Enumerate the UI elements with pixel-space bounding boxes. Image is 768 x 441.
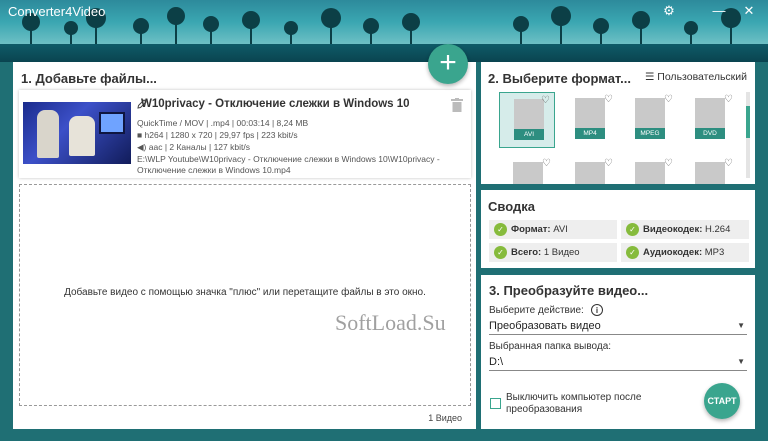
heart-icon[interactable]: ♡ — [724, 94, 733, 105]
file-path-line1: E:\WLP Youtube\W10privacy - Отключение с… — [137, 154, 440, 164]
output-folder-label: Выбранная папка вывода: — [489, 341, 612, 352]
heart-icon[interactable]: ♡ — [604, 158, 613, 169]
summary-video-codec: ✓ Видеокодек: H.264 — [621, 220, 749, 239]
video-info-row: ■ h264 | 1280 x 720 | 29,97 fps | 223 kb… — [137, 130, 298, 140]
minimize-icon[interactable]: — — [710, 3, 728, 19]
format-tile-mp4[interactable]: MP4 ♡ — [561, 92, 617, 148]
audio-info-row: ◀) aac | 2 Каналы | 127 kbit/s — [137, 142, 250, 153]
format-tile[interactable]: ♡ — [621, 156, 677, 184]
format-scrollbar[interactable] — [746, 92, 750, 178]
speaker-icon: ◀) — [137, 142, 147, 152]
video-camera-icon: ■ — [137, 130, 143, 140]
output-folder-select[interactable]: D:\ ▼ — [489, 355, 747, 371]
action-value: Преобразовать видео — [489, 320, 601, 332]
summary-total: ✓ Всего: 1 Видео — [489, 243, 617, 262]
format-scrollbar-thumb[interactable] — [746, 106, 750, 138]
start-button[interactable]: СТАРТ — [704, 383, 740, 419]
dropdown-arrow-icon: ▼ — [737, 321, 745, 330]
dropdown-arrow-icon: ▼ — [737, 357, 745, 366]
action-select[interactable]: Преобразовать видео ▼ — [489, 319, 747, 335]
hamburger-icon: ☰ — [644, 71, 655, 83]
close-icon[interactable]: ✕ — [740, 3, 758, 19]
disc-doc-icon — [575, 162, 605, 184]
check-icon: ✓ — [494, 246, 507, 259]
convert-panel: 3. Преобразуйте видео... Выберите действ… — [481, 275, 755, 429]
video-info: h264 | 1280 x 720 | 29,97 fps | 223 kbit… — [144, 130, 298, 140]
file-path-line2: Отключение слежки в Windows 10.mp4 — [137, 165, 291, 175]
check-icon: ✓ — [494, 223, 507, 236]
heart-icon[interactable]: ♡ — [604, 94, 613, 105]
heart-icon[interactable]: ♡ — [664, 158, 673, 169]
heart-icon[interactable]: ♡ — [664, 94, 673, 105]
format-tile-mpeg[interactable]: MPEG ♡ — [621, 92, 677, 148]
custom-profile-menu[interactable]: ☰ Пользовательский — [645, 71, 747, 83]
sea-strip — [0, 44, 768, 62]
video-count: 1 Видео — [428, 413, 462, 423]
format-label: MPEG — [635, 128, 665, 139]
heart-icon[interactable]: ♡ — [724, 158, 733, 169]
shutdown-checkbox[interactable] — [490, 398, 501, 409]
film-doc-icon — [513, 162, 543, 184]
format-label: MP4 — [575, 128, 605, 139]
heart-icon[interactable]: ♡ — [541, 95, 550, 106]
format-tile-dvd[interactable]: DVD ♡ — [681, 92, 737, 148]
files-panel-title: 1. Добавьте файлы... — [21, 71, 157, 86]
film-doc-icon — [635, 162, 665, 184]
format-label: AVI — [514, 129, 544, 140]
action-label: Выберите действие: — [489, 305, 584, 316]
check-icon: ✓ — [626, 246, 639, 259]
format-tile-avi[interactable]: AVI ♡ — [499, 92, 555, 148]
audio-info: aac | 2 Каналы | 127 kbit/s — [148, 142, 250, 152]
format-tile[interactable]: ♡ — [499, 156, 555, 184]
info-icon[interactable]: i — [591, 304, 603, 316]
format-panel: 2. Выберите формат... ☰ Пользовательский… — [481, 62, 755, 184]
video-thumbnail — [23, 102, 131, 164]
format-tile[interactable]: ♡ — [681, 156, 737, 184]
settings-gear-icon[interactable]: ⚙ — [660, 3, 678, 19]
format-grid: AVI ♡ MP4 ♡ MPEG ♡ DVD ♡ ♡ ♡ ♡ ♡ — [485, 88, 743, 184]
trash-icon[interactable] — [451, 98, 463, 112]
check-icon: ✓ — [626, 223, 639, 236]
output-folder-value: D:\ — [489, 356, 504, 368]
shutdown-label[interactable]: Выключить компьютер после преобразования — [506, 392, 666, 416]
drop-hint: Добавьте видео с помощью значка "плюс" и… — [64, 287, 426, 298]
add-file-button[interactable]: + — [428, 44, 468, 84]
watermark: SoftLoad.Su — [335, 310, 446, 335]
file-name[interactable]: W10privacy - Отключение слежки в Windows… — [141, 98, 410, 110]
format-label: DVD — [695, 128, 725, 139]
app-title: Converter4Video — [8, 4, 106, 19]
device-doc-icon — [695, 162, 725, 184]
summary-panel: Сводка ✓ Формат: AVI ✓ Видеокодек: H.264… — [481, 190, 755, 268]
convert-title: 3. Преобразуйте видео... — [489, 283, 649, 298]
format-tile[interactable]: ♡ — [561, 156, 617, 184]
files-panel: 1. Добавьте файлы... W10privacy - Отключ… — [13, 62, 476, 429]
container-info: QuickTime / MOV | .mp4 | 00:03:14 | 8,24… — [137, 118, 309, 128]
summary-format: ✓ Формат: AVI — [489, 220, 617, 239]
format-panel-title: 2. Выберите формат... — [488, 71, 631, 86]
file-card[interactable]: W10privacy - Отключение слежки в Windows… — [19, 90, 471, 178]
heart-icon[interactable]: ♡ — [542, 158, 551, 169]
summary-title: Сводка — [488, 199, 535, 214]
header-banner — [0, 0, 768, 62]
custom-profile-label: Пользовательский — [657, 71, 747, 83]
drop-zone[interactable]: Добавьте видео с помощью значка "плюс" и… — [19, 184, 471, 406]
summary-audio-codec: ✓ Аудиокодек: MP3 — [621, 243, 749, 262]
